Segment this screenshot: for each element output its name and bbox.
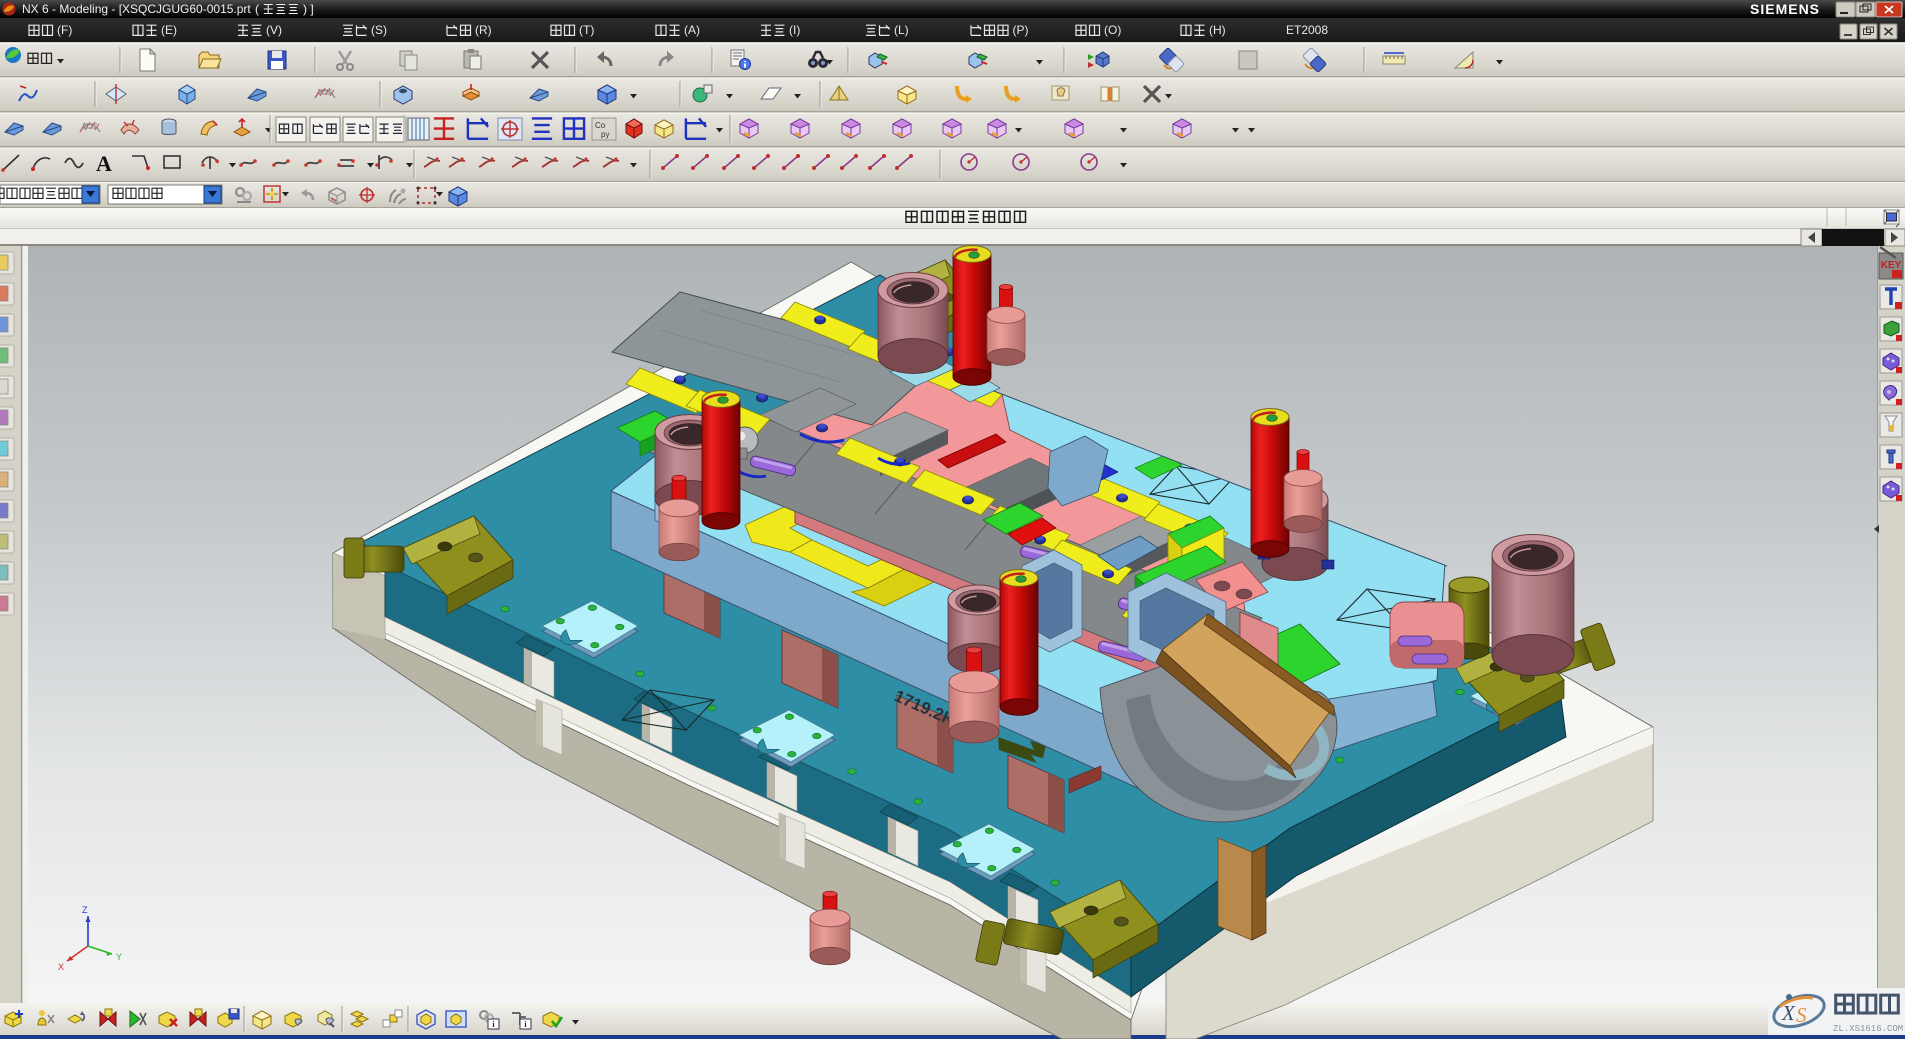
svg-text:Co: Co — [595, 121, 606, 130]
svg-text:(H): (H) — [1209, 23, 1226, 37]
svg-text:X: X — [58, 962, 64, 972]
svg-text:Y: Y — [116, 952, 122, 962]
svg-text:Z: Z — [82, 905, 88, 915]
svg-text:KEY: KEY — [1881, 260, 1902, 271]
svg-text:NX 6 - Modeling - [XSQCJGUG60-: NX 6 - Modeling - [XSQCJGUG60-0015.prt — [22, 2, 251, 16]
svg-text:S: S — [1796, 1003, 1807, 1027]
svg-text:(F): (F) — [57, 23, 72, 37]
svg-text:(S): (S) — [371, 23, 387, 37]
svg-text:(I): (I) — [789, 23, 800, 37]
svg-text:(R): (R) — [475, 23, 492, 37]
svg-text:A: A — [96, 151, 112, 176]
svg-text:) ]: ) ] — [303, 2, 314, 16]
svg-text:(P): (P) — [1013, 23, 1029, 37]
svg-text:(: ( — [255, 2, 259, 16]
svg-text:X: X — [1781, 1001, 1796, 1025]
svg-text:(L): (L) — [894, 23, 909, 37]
svg-text:(V): (V) — [266, 23, 282, 37]
svg-text:py: py — [601, 130, 609, 139]
svg-text:(T): (T) — [579, 23, 594, 37]
svg-text:ZL.XS1616.COM: ZL.XS1616.COM — [1833, 1024, 1903, 1034]
svg-text:SIEMENS: SIEMENS — [1750, 1, 1820, 17]
svg-text:ET2008: ET2008 — [1286, 23, 1328, 37]
svg-text:(O): (O) — [1104, 23, 1121, 37]
svg-text:(E): (E) — [161, 23, 177, 37]
svg-text:(A): (A) — [684, 23, 700, 37]
